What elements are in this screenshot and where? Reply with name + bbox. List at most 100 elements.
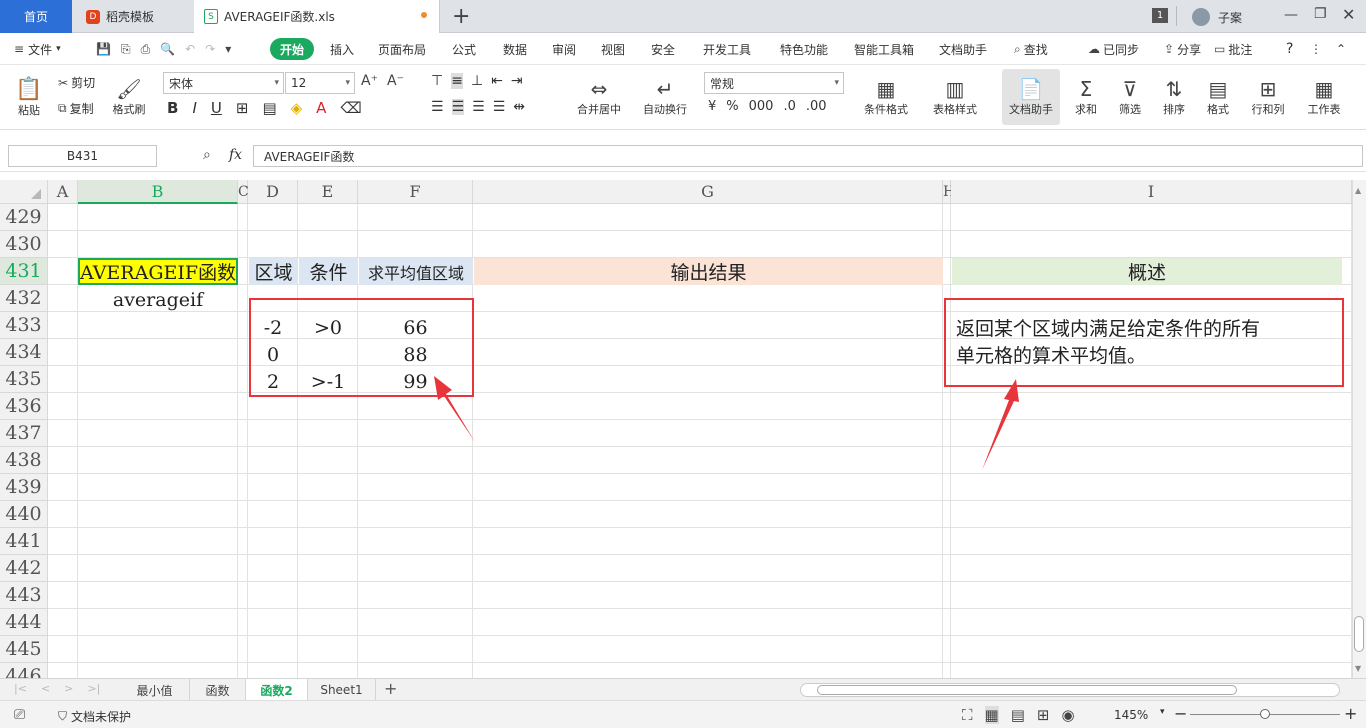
vertical-scroll-thumb[interactable]	[1354, 616, 1364, 652]
doc-assistant-button[interactable]: 📄 文档助手	[1002, 69, 1060, 125]
zoom-level[interactable]: 145%	[1114, 708, 1148, 722]
sheet-tab-func2[interactable]: 函数2	[246, 679, 308, 701]
file-menu[interactable]: ≡ 文件 ▾	[14, 33, 61, 65]
row-col-button[interactable]: ⊞ 行和列	[1244, 71, 1292, 123]
worksheet-button[interactable]: ▦ 工作表	[1300, 71, 1348, 123]
tab-data[interactable]: 数据	[503, 33, 527, 65]
tab-file[interactable]: S AVERAGEIF函数.xls	[194, 0, 440, 33]
conditional-format-button[interactable]: ▦ 条件格式	[856, 71, 916, 123]
zoom-menu-icon[interactable]: ▾	[1160, 707, 1165, 717]
tab-special[interactable]: 特色功能	[780, 33, 828, 65]
redo-icon[interactable]: ↷	[205, 42, 215, 56]
sum-button[interactable]: Σ 求和	[1068, 71, 1104, 123]
tab-view[interactable]: 视图	[601, 33, 625, 65]
distributed-icon[interactable]: ⇹	[513, 99, 525, 115]
font-size-select[interactable]: 12	[285, 72, 355, 94]
percent-icon[interactable]: %	[726, 99, 738, 114]
tab-insert[interactable]: 插入	[330, 33, 354, 65]
paste-button[interactable]: 📋 粘贴	[10, 71, 48, 123]
add-sheet-icon[interactable]: +	[384, 679, 397, 698]
scroll-down-icon[interactable]: ▼	[1355, 664, 1361, 673]
italic-icon[interactable]: I	[192, 99, 196, 117]
help-button[interactable]: ?	[1286, 33, 1293, 65]
next-sheet-icon[interactable]: >	[64, 682, 73, 695]
sheet-tab-sheet1[interactable]: Sheet1	[308, 679, 376, 701]
sheet-tab-min[interactable]: 最小值	[120, 679, 190, 701]
tab-doc-assistant[interactable]: 文档助手	[939, 33, 987, 65]
wrap-text-button[interactable]: ↵ 自动换行	[636, 71, 694, 123]
record-macro-icon[interactable]: ⎚	[14, 707, 25, 723]
increase-font-icon[interactable]: A⁺	[361, 73, 378, 89]
tab-formulas[interactable]: 公式	[452, 33, 476, 65]
tab-review[interactable]: 审阅	[552, 33, 576, 65]
border-icon[interactable]: ⊞	[236, 99, 249, 117]
zoom-slider-handle[interactable]	[1260, 709, 1270, 719]
name-box[interactable]: B431	[8, 145, 157, 167]
filter-button[interactable]: ⊽ 筛选	[1112, 71, 1148, 123]
align-bottom-icon[interactable]: ⊥	[471, 73, 483, 89]
normal-view-icon[interactable]: ▦	[984, 706, 999, 724]
align-middle-icon[interactable]: ≡	[451, 73, 463, 89]
sort-button[interactable]: ⇅ 排序	[1156, 71, 1192, 123]
window-count-badge[interactable]: 1	[1152, 8, 1168, 23]
format-button[interactable]: ▤ 格式	[1200, 71, 1236, 123]
decrease-decimal-icon[interactable]: .00	[806, 99, 827, 114]
horizontal-scroll-thumb[interactable]	[817, 685, 1237, 695]
underline-icon[interactable]: U	[211, 99, 222, 117]
copy-button[interactable]: ⧉ 复制	[58, 100, 94, 117]
zoom-formula-icon[interactable]: ⌕	[203, 147, 211, 163]
align-right-icon[interactable]: ☰	[472, 99, 485, 115]
align-top-icon[interactable]: ⊤	[431, 73, 443, 89]
number-format-select[interactable]: 常规	[704, 72, 844, 94]
preview-icon[interactable]: 🔍	[160, 42, 175, 56]
increase-decimal-icon[interactable]: .0	[783, 99, 795, 114]
spreadsheet-grid[interactable]: A B C D E F G H I 429 430 431 432 433 434 435 4…	[0, 180, 1352, 678]
bold-icon[interactable]: B	[167, 99, 178, 117]
merge-center-button[interactable]: ⇔ 合并居中	[568, 71, 630, 123]
undo-icon[interactable]: ↶	[185, 42, 195, 56]
scroll-up-icon[interactable]: ▲	[1355, 186, 1361, 195]
more-icon[interactable]: ⋮	[1310, 33, 1322, 65]
font-family-select[interactable]: 宋体	[163, 72, 284, 94]
avatar[interactable]	[1192, 8, 1210, 26]
document-protect-status[interactable]: ⛉ 文档未保护	[58, 708, 131, 725]
export-icon[interactable]: ⎘	[121, 42, 131, 57]
user-name[interactable]: 子案	[1218, 9, 1242, 26]
thousands-icon[interactable]: 000	[749, 99, 774, 114]
currency-icon[interactable]: ¥	[708, 99, 716, 114]
page-break-view-icon[interactable]: ⊞	[1037, 706, 1050, 724]
share-button[interactable]: ⇪ 分享	[1164, 33, 1201, 65]
tab-home[interactable]: 首页	[0, 0, 72, 33]
search-button[interactable]: ⌕ 查找	[1014, 33, 1048, 65]
zoom-in-icon[interactable]: +	[1344, 704, 1357, 723]
tab-developer[interactable]: 开发工具	[703, 33, 751, 65]
zoom-out-icon[interactable]: −	[1174, 704, 1187, 723]
customize-icon[interactable]: ▾	[225, 42, 231, 56]
minimize-icon[interactable]: —	[1284, 7, 1298, 23]
align-center-icon[interactable]: ☰	[451, 99, 465, 115]
tab-security[interactable]: 安全	[651, 33, 675, 65]
fullscreen-icon[interactable]: ⛶	[962, 706, 973, 724]
tab-daoke[interactable]: D 稻壳模板	[74, 0, 192, 33]
save-icon[interactable]: 💾	[96, 42, 111, 56]
page-layout-view-icon[interactable]: ▤	[1011, 706, 1025, 724]
sync-button[interactable]: ☁ 已同步	[1088, 33, 1139, 65]
fill-color-icon[interactable]: ◈	[291, 99, 303, 117]
print-icon[interactable]: ⎙	[141, 42, 151, 57]
align-left-icon[interactable]: ☰	[431, 99, 444, 115]
eye-protect-icon[interactable]: ◉	[1061, 706, 1074, 724]
close-icon[interactable]: ✕	[1342, 5, 1355, 24]
table-style-button[interactable]: ▥ 表格样式	[924, 71, 986, 123]
prev-sheet-icon[interactable]: <	[41, 682, 50, 695]
new-tab-icon[interactable]: +	[452, 4, 470, 29]
clear-icon[interactable]: ⌫	[340, 99, 361, 117]
formula-input[interactable]: AVERAGEIF函数	[253, 145, 1363, 167]
collapse-ribbon-icon[interactable]: ⌃	[1336, 33, 1346, 65]
indent-increase-icon[interactable]: ⇥	[511, 73, 523, 89]
last-sheet-icon[interactable]: >|	[87, 682, 100, 695]
justify-icon[interactable]: ☰	[493, 99, 506, 115]
fx-icon[interactable]: fx	[229, 147, 242, 163]
first-sheet-icon[interactable]: |<	[14, 682, 27, 695]
restore-icon[interactable]: ❐	[1314, 6, 1327, 22]
tab-page-layout[interactable]: 页面布局	[378, 33, 426, 65]
